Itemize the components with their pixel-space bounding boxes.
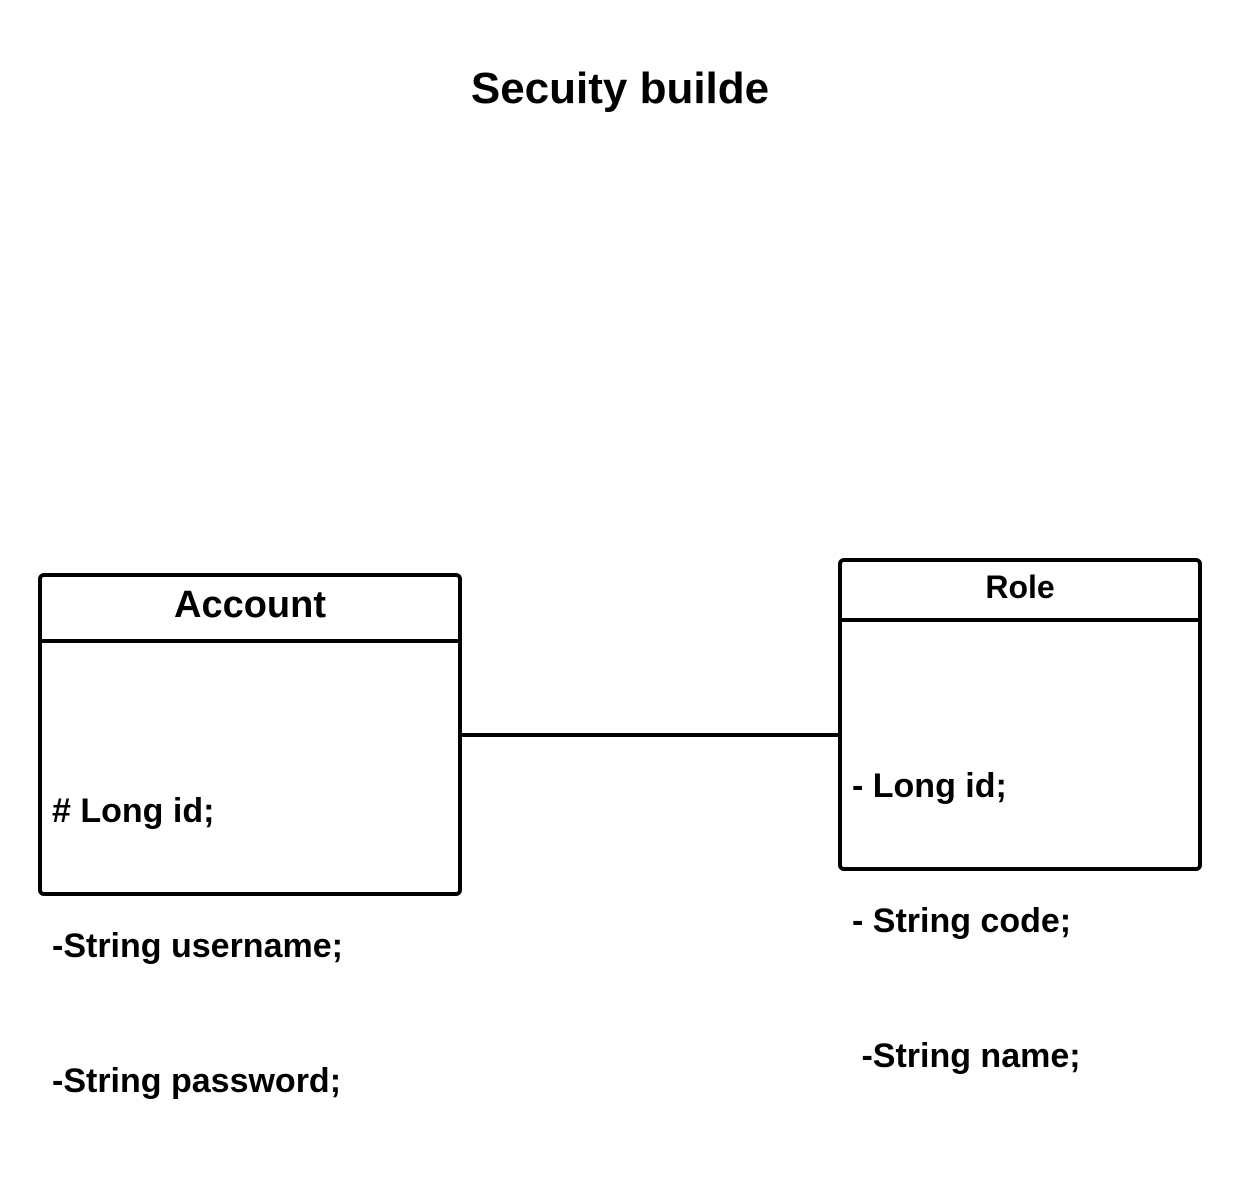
account-attribute-password: -String password; [52,1062,342,1100]
account-class-box[interactable]: Account # Long id; -String username; -St… [38,573,462,1100]
account-class-header: Account [42,577,458,643]
role-class-box[interactable]: Role - Long id; - String code; -String n… [838,558,1202,1075]
role-attribute-code: - String code; [852,902,1072,940]
role-attribute-id: - Long id; [852,767,1007,805]
role-class-name: Role [985,569,1055,605]
account-attribute-id: # Long id; [52,792,215,830]
role-class-attributes: - Long id; - String code; -String name; [842,622,1198,1169]
account-class-attributes: # Long id; -String username; -String pas… [42,643,458,1194]
role-attribute-name: -String name; [852,1037,1081,1075]
account-class-name: Account [174,584,326,626]
role-class-header: Role [842,562,1198,622]
account-attribute-username: -String username; [52,927,343,965]
